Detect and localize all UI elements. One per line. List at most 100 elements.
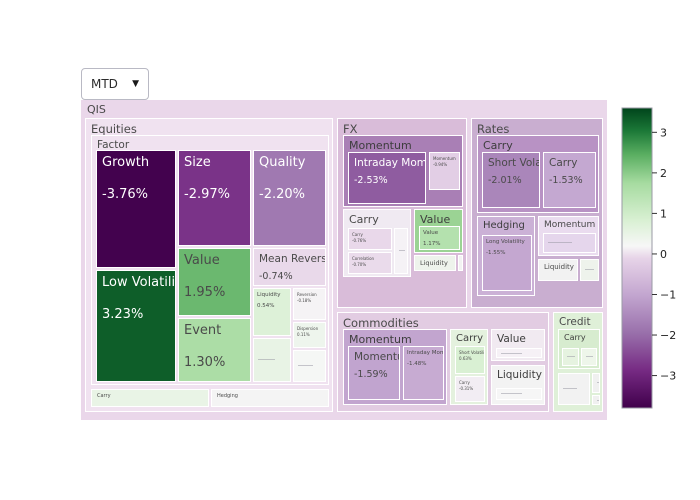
treemap-group-fx-momentum[interactable]: MomentumIntraday Momentum-2.53%Momentum-… bbox=[343, 135, 463, 207]
treemap-sector-credit[interactable]: CreditCarry bbox=[553, 312, 603, 412]
tile-label: Value bbox=[420, 227, 438, 236]
fx-carry-tile-correlation[interactable]: Correlation-0.70% bbox=[348, 252, 392, 274]
treemap-sector-fx[interactable]: FXMomentumIntraday Momentum-2.53%Momentu… bbox=[337, 118, 467, 308]
equities-factor-tile-dispersion[interactable]: Dispersion0.11% bbox=[293, 322, 326, 348]
tile-placeholder-line bbox=[298, 365, 313, 366]
rates-carry-tile-carry[interactable]: Carry-1.53% bbox=[543, 152, 596, 208]
colorbar-tick-label: 2 bbox=[660, 167, 667, 180]
fx-momentum-tile-momentum[interactable]: Momentum-0.94% bbox=[429, 152, 460, 190]
treemap-sector-rates[interactable]: RatesCarryShort Volatility-2.01%Carry-1.… bbox=[471, 118, 603, 308]
tile-label: Event bbox=[179, 319, 221, 338]
credit-carry-tile-blank-b[interactable] bbox=[581, 348, 597, 366]
rates-tile-blank[interactable] bbox=[580, 259, 599, 281]
equities-factor-tile-low-volatility[interactable]: Low Volatility3.23% bbox=[96, 270, 176, 382]
tile-label: Intraday Momentum bbox=[349, 153, 426, 169]
tile-value: -3.76% bbox=[102, 187, 148, 202]
tile-label: Dispersion bbox=[294, 323, 318, 331]
group-label: Liquidity bbox=[415, 256, 448, 267]
colorbar-tick-label: −1 bbox=[660, 288, 676, 301]
tile-value: -0.74% bbox=[259, 271, 293, 282]
credit-tile-blank-a[interactable] bbox=[558, 373, 590, 405]
fx-momentum-tile-intraday-momentum[interactable]: Intraday Momentum -2.53% bbox=[348, 152, 426, 204]
treemap-group-equities-factor[interactable]: FactorGrowth-3.76%Low Volatility3.23%Siz… bbox=[91, 135, 329, 385]
sector-label: Credit bbox=[554, 313, 591, 328]
commodities-value-tile-blank[interactable] bbox=[496, 348, 542, 358]
treemap-group-rates-liquidity[interactable]: Liquidity bbox=[538, 259, 578, 281]
commodities-liquidity-tile-blank[interactable] bbox=[496, 388, 542, 400]
fx-value-tile-value[interactable]: Value 1.17% bbox=[419, 226, 460, 250]
tile-placeholder-line bbox=[597, 400, 600, 401]
commodities-momentum-tile-intraday-momentum[interactable]: Intraday Momentum -1.48% bbox=[403, 346, 444, 400]
chevron-down-icon: ▼ bbox=[132, 80, 139, 89]
equities-factor-tile-mean-reversion[interactable]: Mean Reversion -0.74% bbox=[253, 248, 326, 286]
tile-value: 0.54% bbox=[257, 303, 274, 309]
group-label: Value bbox=[492, 330, 526, 345]
equities-factor-tile-short-volatility[interactable] bbox=[293, 350, 326, 382]
tile-label: Mean Reversion bbox=[254, 249, 326, 265]
tile-value: -2.20% bbox=[259, 187, 305, 202]
treemap-group-equities-carry[interactable]: Carry bbox=[91, 389, 209, 407]
group-label: Liquidity bbox=[492, 366, 542, 381]
equities-factor-tile-size[interactable]: Size-2.97% bbox=[178, 150, 251, 246]
equities-factor-tile-reversion[interactable]: Reversion-0.18% bbox=[293, 288, 326, 320]
colorbar-tick-label: 1 bbox=[660, 207, 667, 220]
rates-carry-tile-short-volatility[interactable]: Short Volatility-2.01% bbox=[482, 152, 540, 208]
treemap-group-rates-momentum[interactable]: Momentum bbox=[538, 216, 599, 256]
treemap-group-rates-carry[interactable]: CarryShort Volatility-2.01%Carry-1.53% bbox=[477, 135, 599, 213]
treemap-group-fx-carry[interactable]: CarryCarry-0.76%Correlation-0.70% bbox=[343, 209, 411, 277]
treemap-group-commodities-liquidity[interactable]: Liquidity bbox=[491, 365, 545, 405]
equities-factor-tile-liquidity[interactable]: Liquidity0.54% bbox=[253, 288, 291, 336]
tile-placeholder-line bbox=[258, 359, 275, 360]
credit-tile-blank-b[interactable] bbox=[592, 373, 600, 393]
tile-value: -2.97% bbox=[184, 187, 230, 202]
treemap-group-commodities-momentum[interactable]: MomentumMomentum-1.59%Intraday Momentum-… bbox=[343, 329, 447, 405]
tile-value: 0.11% bbox=[297, 332, 310, 337]
rates-momentum-tile-blank[interactable] bbox=[543, 233, 596, 253]
commodities-momentum-tile-momentum[interactable]: Momentum-1.59% bbox=[348, 346, 400, 400]
tile-label: Carry bbox=[544, 153, 577, 169]
credit-carry-tile-blank-a[interactable] bbox=[562, 348, 579, 366]
tile-value: 1.30% bbox=[184, 355, 225, 370]
fx-carry-tile-blank[interactable] bbox=[394, 228, 408, 274]
colorbar-tick-label: 0 bbox=[660, 248, 667, 261]
treemap-group-commodities-value[interactable]: Value bbox=[491, 329, 545, 361]
treemap-group-equities-hedging[interactable]: Hedging bbox=[211, 389, 329, 407]
fx-tile-blank[interactable] bbox=[458, 255, 463, 271]
colorbar-tick-label: −2 bbox=[660, 329, 676, 342]
treemap-sector-equities[interactable]: EquitiesFactorGrowth-3.76%Low Volatility… bbox=[85, 118, 333, 412]
fx-carry-tile-carry[interactable]: Carry-0.76% bbox=[348, 228, 392, 250]
rates-hedging-tile-long-volatility[interactable]: Long Volatility-1.55% bbox=[482, 235, 532, 291]
treemap-group-fx-liquidity[interactable]: Liquidity bbox=[414, 255, 456, 271]
equities-factor-tile-value[interactable]: Value1.95% bbox=[178, 248, 251, 316]
tile-value: -1.55% bbox=[486, 250, 505, 256]
commodities-carry-tile-short-volatility[interactable]: Short Volatility0.63% bbox=[455, 346, 485, 374]
group-label: Value bbox=[415, 210, 450, 226]
period-select-value: MTD bbox=[91, 77, 118, 91]
treemap-group-commodities-carry[interactable]: CarryShort Volatility0.63%Carry-0.31% bbox=[450, 329, 488, 405]
period-select[interactable]: MTD ▼ bbox=[81, 68, 149, 100]
tile-label: Intraday Momentum bbox=[404, 347, 444, 356]
tile-value: -2.53% bbox=[354, 175, 388, 186]
tile-placeholder-line bbox=[501, 393, 522, 394]
equities-factor-tile-event[interactable]: Event 1.30% bbox=[178, 318, 251, 382]
equities-factor-tile-risk-premia[interactable] bbox=[253, 338, 291, 382]
treemap-group-credit-carry[interactable]: Carry bbox=[558, 329, 600, 369]
colorbar-ticks: 3210−1−2−3 bbox=[652, 126, 676, 382]
credit-tile-blank-c[interactable] bbox=[592, 395, 600, 405]
tile-value: -1.59% bbox=[354, 369, 388, 380]
tile-value: 1.17% bbox=[423, 241, 440, 247]
tile-label: Short Volatility bbox=[483, 153, 540, 169]
tile-label: Value bbox=[179, 249, 220, 268]
commodities-carry-tile-carry[interactable]: Carry-0.31% bbox=[455, 376, 485, 402]
tile-value: -0.70% bbox=[352, 262, 366, 267]
treemap-group-fx-value[interactable]: ValueValue 1.17% bbox=[414, 209, 463, 253]
tile-value: 0.63% bbox=[459, 356, 472, 361]
tile-placeholder-line bbox=[585, 269, 594, 270]
treemap-group-rates-hedging[interactable]: HedgingLong Volatility-1.55% bbox=[477, 216, 535, 296]
group-label: Carry bbox=[92, 390, 111, 399]
equities-factor-tile-growth[interactable]: Growth-3.76% bbox=[96, 150, 176, 268]
treemap-sector-commodities[interactable]: CommoditiesMomentumMomentum-1.59%Intrada… bbox=[337, 312, 549, 412]
tile-value: -1.48% bbox=[407, 361, 426, 367]
equities-factor-tile-quality[interactable]: Quality-2.20% bbox=[253, 150, 326, 246]
tile-placeholder-line bbox=[567, 356, 575, 357]
